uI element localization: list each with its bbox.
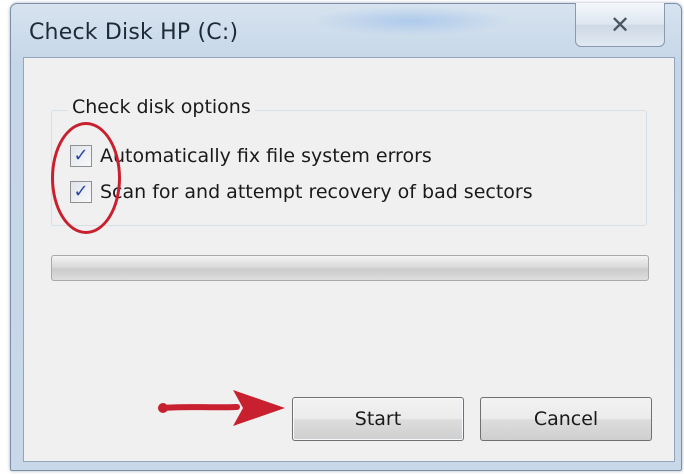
checkmark-icon: ✓: [73, 145, 89, 166]
titlebar-glow: [311, 6, 511, 36]
option-scan-sectors[interactable]: ✓ Scan for and attempt recovery of bad s…: [70, 181, 533, 203]
fix-errors-label[interactable]: Automatically fix file system errors: [100, 145, 432, 167]
check-disk-dialog: Check Disk HP (C:) ✕ Check disk options …: [10, 3, 682, 471]
dialog-client-area: Check disk options ✓ Automatically fix f…: [23, 57, 675, 462]
scan-sectors-checkbox[interactable]: ✓: [70, 181, 92, 203]
check-disk-options-group: [51, 110, 647, 226]
window-title: Check Disk HP (C:): [29, 20, 239, 45]
start-button[interactable]: Start: [292, 397, 464, 441]
scan-sectors-label[interactable]: Scan for and attempt recovery of bad sec…: [100, 181, 533, 203]
option-fix-errors[interactable]: ✓ Automatically fix file system errors: [70, 145, 432, 167]
progress-bar: [51, 255, 649, 281]
close-button[interactable]: ✕: [575, 3, 665, 47]
fix-errors-checkbox[interactable]: ✓: [70, 145, 92, 167]
close-icon: ✕: [609, 10, 631, 39]
group-label: Check disk options: [68, 96, 255, 118]
checkmark-icon: ✓: [73, 181, 89, 202]
cancel-button[interactable]: Cancel: [480, 397, 652, 441]
